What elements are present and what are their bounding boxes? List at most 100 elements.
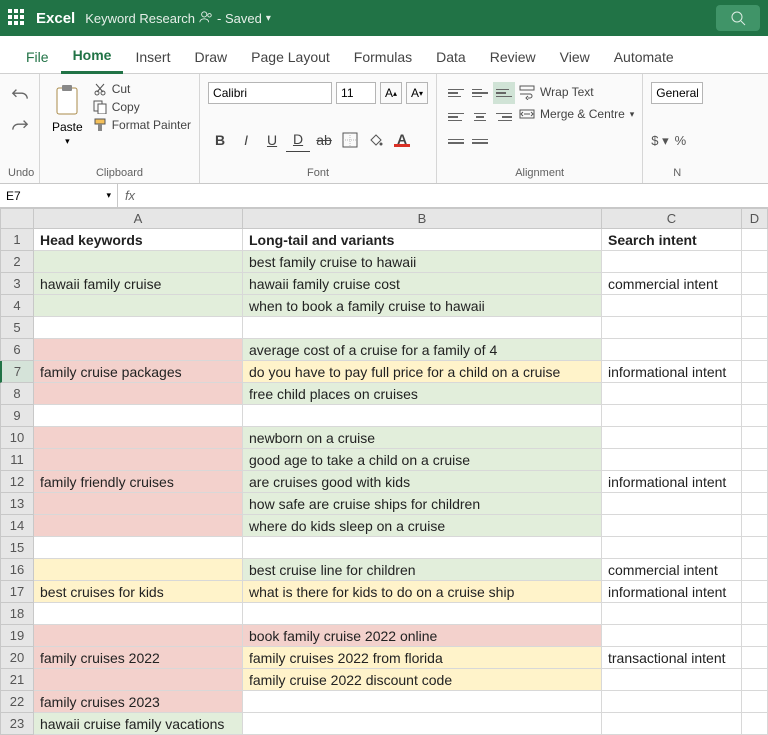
increase-indent-button[interactable] xyxy=(469,130,491,152)
cell[interactable] xyxy=(742,713,768,735)
decrease-indent-button[interactable] xyxy=(445,130,467,152)
cell[interactable] xyxy=(602,339,742,361)
cell[interactable] xyxy=(742,295,768,317)
cell[interactable] xyxy=(34,317,243,339)
cell[interactable] xyxy=(243,317,602,339)
cell[interactable] xyxy=(34,383,243,405)
cell[interactable]: where do kids sleep on a cruise xyxy=(243,515,602,537)
font-color-button[interactable]: A xyxy=(390,128,414,152)
cell[interactable]: hawaii family cruise cost xyxy=(243,273,602,295)
cell[interactable]: family cruises 2022 xyxy=(34,647,243,669)
fx-icon[interactable]: fx xyxy=(118,188,142,203)
cell[interactable] xyxy=(742,603,768,625)
cell[interactable]: do you have to pay full price for a chil… xyxy=(243,361,602,383)
cell[interactable]: informational intent xyxy=(602,581,742,603)
cut-button[interactable]: Cut xyxy=(93,82,191,96)
row-header[interactable]: 23 xyxy=(0,713,34,735)
redo-button[interactable] xyxy=(11,117,29,138)
align-middle-button[interactable] xyxy=(469,82,491,104)
cell[interactable]: when to book a family cruise to hawaii xyxy=(243,295,602,317)
cell[interactable] xyxy=(243,537,602,559)
document-title[interactable]: Keyword Research - Saved ▾ xyxy=(85,10,271,27)
tab-formulas[interactable]: Formulas xyxy=(342,43,424,73)
cell[interactable] xyxy=(34,339,243,361)
cell[interactable]: informational intent xyxy=(602,471,742,493)
row-header[interactable]: 5 xyxy=(0,317,34,339)
cell[interactable] xyxy=(34,449,243,471)
cell[interactable]: book family cruise 2022 online xyxy=(243,625,602,647)
wrap-text-button[interactable]: Wrap Text xyxy=(519,84,634,100)
cell[interactable]: transactional intent xyxy=(602,647,742,669)
row-header[interactable]: 1 xyxy=(0,229,34,251)
cell[interactable]: newborn on a cruise xyxy=(243,427,602,449)
underline-button[interactable]: U xyxy=(260,128,284,152)
cell[interactable] xyxy=(602,691,742,713)
currency-button[interactable]: $ ▾ xyxy=(651,133,668,149)
align-center-button[interactable] xyxy=(469,106,491,128)
tab-view[interactable]: View xyxy=(548,43,602,73)
increase-font-button[interactable]: A▴ xyxy=(380,82,402,104)
cell[interactable] xyxy=(742,493,768,515)
cell[interactable] xyxy=(34,625,243,647)
spreadsheet-grid[interactable]: ABCD1Head keywordsLong-tail and variants… xyxy=(0,208,768,735)
cell[interactable] xyxy=(602,383,742,405)
cell[interactable] xyxy=(742,691,768,713)
format-painter-button[interactable]: Format Painter xyxy=(93,118,191,132)
cell[interactable]: average cost of a cruise for a family of… xyxy=(243,339,602,361)
cell[interactable] xyxy=(742,405,768,427)
cell[interactable] xyxy=(742,471,768,493)
cell[interactable]: family cruise 2022 discount code xyxy=(243,669,602,691)
row-header[interactable]: 17 xyxy=(0,581,34,603)
paste-button[interactable]: Paste ▾ xyxy=(48,82,87,149)
align-left-button[interactable] xyxy=(445,106,467,128)
tab-automate[interactable]: Automate xyxy=(602,43,686,73)
font-name-select[interactable] xyxy=(208,82,332,104)
cell[interactable] xyxy=(34,559,243,581)
cell[interactable] xyxy=(602,405,742,427)
row-header[interactable]: 19 xyxy=(0,625,34,647)
cell[interactable] xyxy=(602,603,742,625)
strikethrough-button[interactable]: ab xyxy=(312,128,336,152)
cell[interactable]: best family cruise to hawaii xyxy=(243,251,602,273)
cell[interactable] xyxy=(742,537,768,559)
cell[interactable]: family cruises 2023 xyxy=(34,691,243,713)
cell[interactable] xyxy=(742,383,768,405)
borders-button[interactable] xyxy=(338,128,362,152)
cell[interactable] xyxy=(742,559,768,581)
cell[interactable]: informational intent xyxy=(602,361,742,383)
app-launcher-icon[interactable] xyxy=(8,9,26,27)
cell[interactable] xyxy=(243,405,602,427)
number-format-select[interactable] xyxy=(651,82,703,104)
cell[interactable] xyxy=(602,669,742,691)
cell[interactable] xyxy=(602,317,742,339)
merge-centre-button[interactable]: Merge & Centre▾ xyxy=(519,106,634,122)
cell[interactable] xyxy=(34,251,243,273)
cell[interactable]: commercial intent xyxy=(602,273,742,295)
row-header[interactable]: 20 xyxy=(0,647,34,669)
cell[interactable] xyxy=(742,361,768,383)
cell[interactable]: family friendly cruises xyxy=(34,471,243,493)
cell[interactable]: best cruises for kids xyxy=(34,581,243,603)
row-header[interactable]: 6 xyxy=(0,339,34,361)
cell[interactable] xyxy=(742,229,768,251)
row-header[interactable]: 12 xyxy=(0,471,34,493)
fill-color-button[interactable] xyxy=(364,128,388,152)
row-header[interactable]: 13 xyxy=(0,493,34,515)
cell[interactable] xyxy=(602,295,742,317)
cell[interactable]: commercial intent xyxy=(602,559,742,581)
cell[interactable]: what is there for kids to do on a cruise… xyxy=(243,581,602,603)
cell[interactable]: free child places on cruises xyxy=(243,383,602,405)
cell[interactable] xyxy=(742,449,768,471)
copy-button[interactable]: Copy xyxy=(93,100,191,114)
cell[interactable] xyxy=(602,625,742,647)
row-header[interactable]: 10 xyxy=(0,427,34,449)
cell[interactable] xyxy=(243,691,602,713)
cell[interactable] xyxy=(34,515,243,537)
align-top-button[interactable] xyxy=(445,82,467,104)
cell[interactable]: hawaii cruise family vacations xyxy=(34,713,243,735)
undo-button[interactable] xyxy=(11,86,29,107)
tab-home[interactable]: Home xyxy=(61,41,124,74)
cell[interactable] xyxy=(742,273,768,295)
row-header[interactable]: 11 xyxy=(0,449,34,471)
cell[interactable] xyxy=(34,603,243,625)
